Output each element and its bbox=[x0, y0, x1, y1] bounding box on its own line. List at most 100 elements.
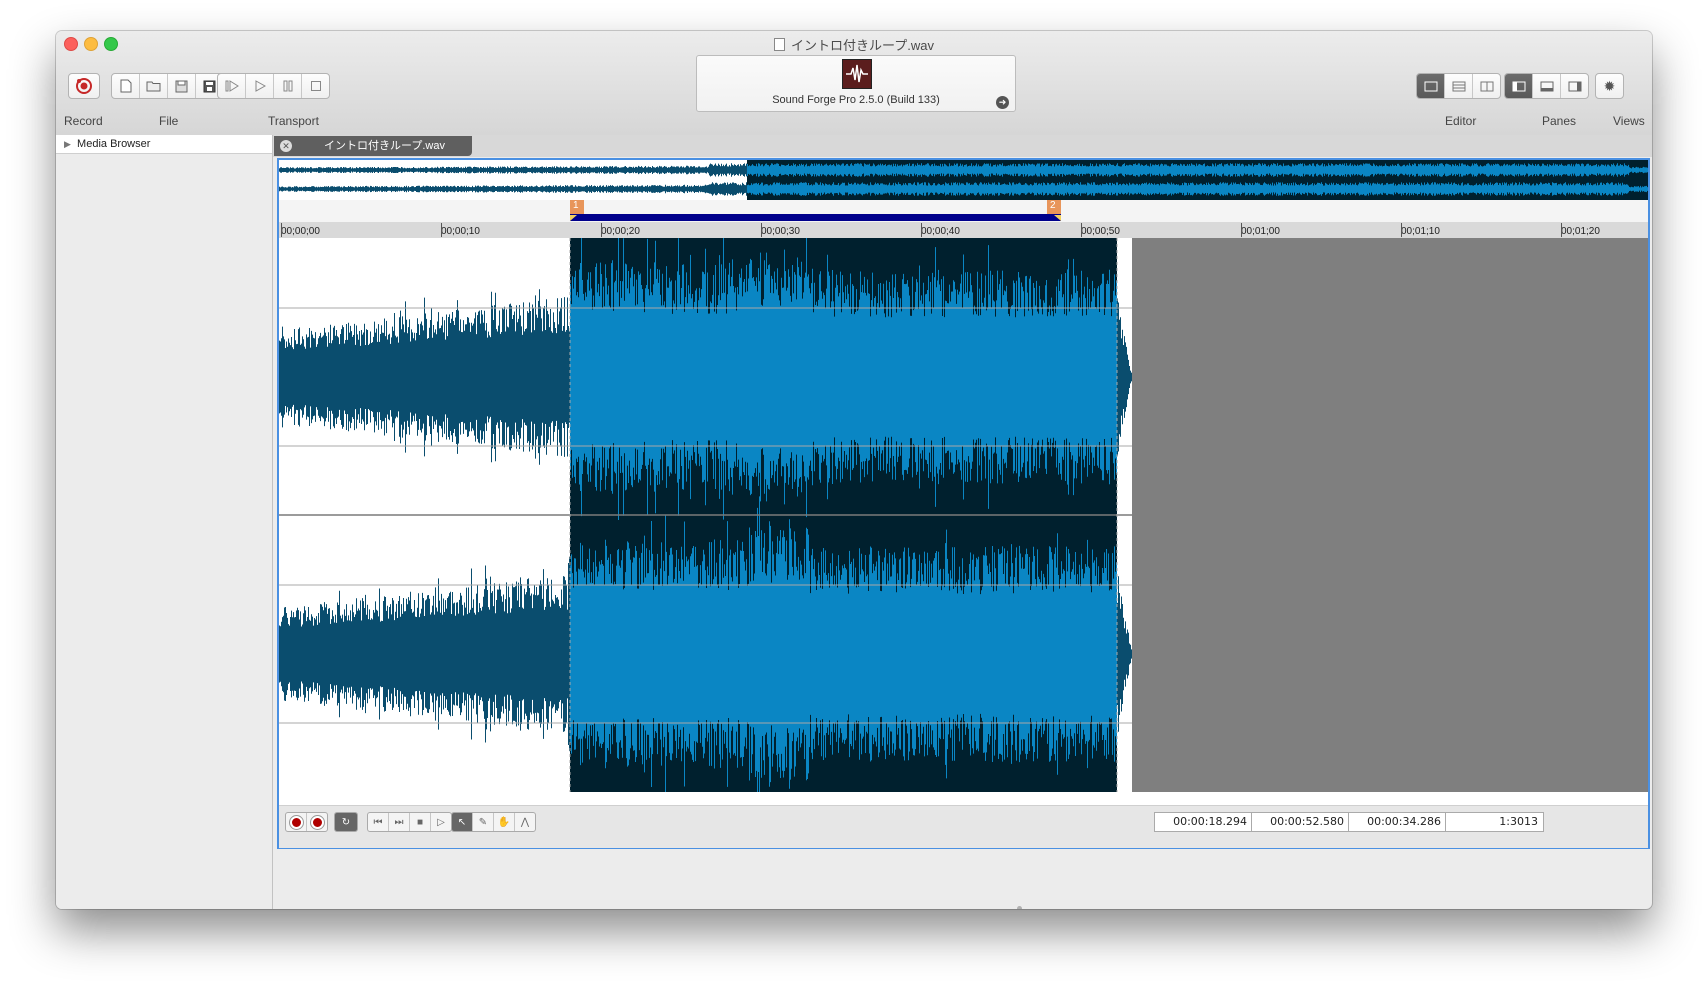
multi-track-icon bbox=[1452, 81, 1465, 91]
record-icon bbox=[76, 78, 92, 94]
app-logo-icon bbox=[842, 59, 872, 89]
record-arm-button[interactable] bbox=[307, 813, 327, 831]
pane-resize-handle[interactable] bbox=[1017, 906, 1022, 909]
save-icon bbox=[175, 80, 188, 92]
record-controls bbox=[285, 812, 328, 832]
selection-start-field[interactable]: 00:00:18.294 bbox=[1154, 812, 1253, 832]
product-name: Sound Forge Pro 2.5.0 (Build 133) bbox=[772, 94, 940, 106]
tool-selector: ↖ ✎ ✋ ⋀ bbox=[451, 812, 536, 832]
open-file-button[interactable] bbox=[140, 74, 168, 98]
toolbar: イントロ付きループ.wav Record File Transport Soun… bbox=[56, 31, 1652, 136]
stop-icon bbox=[310, 81, 321, 91]
sidebar: ▶ Media Browser bbox=[56, 135, 273, 909]
stop-button-small[interactable]: ■ bbox=[410, 813, 431, 831]
play-button[interactable] bbox=[246, 74, 274, 98]
ruler-tick: 00;00;00 bbox=[281, 223, 320, 237]
tab-label: イントロ付きループ.wav bbox=[324, 140, 445, 152]
multi-track-button[interactable] bbox=[1445, 74, 1473, 98]
stop-icon: ■ bbox=[416, 816, 424, 828]
open-file-icon bbox=[146, 81, 161, 92]
new-file-button[interactable] bbox=[112, 74, 140, 98]
arrow-cursor-icon: ↖ bbox=[457, 816, 467, 828]
ruler-tick: 00;00;50 bbox=[1081, 223, 1120, 237]
go-to-end-button[interactable]: ⏭ bbox=[389, 813, 410, 831]
ruler-tick: 00;01;00 bbox=[1241, 223, 1280, 237]
record-group bbox=[68, 73, 100, 99]
single-view-button[interactable] bbox=[1417, 74, 1445, 98]
stop-button[interactable] bbox=[302, 74, 329, 98]
loop-button[interactable]: ↻ bbox=[335, 813, 357, 831]
overview-waveform[interactable] bbox=[279, 160, 1648, 200]
save-button[interactable] bbox=[168, 74, 196, 98]
panes-label: Panes bbox=[1542, 114, 1577, 128]
bottom-pane-icon bbox=[1540, 81, 1553, 91]
tab-document[interactable]: ✕ イントロ付きループ.wav bbox=[274, 136, 472, 156]
display-arrow-icon[interactable]: ➜ bbox=[996, 96, 1009, 109]
ruler-tick: 00;01;20 bbox=[1561, 223, 1600, 237]
window-title: イントロ付きループ.wav bbox=[56, 35, 1652, 54]
pencil-icon: ✎ bbox=[478, 816, 488, 828]
ruler-tick: 00;00;10 bbox=[441, 223, 480, 237]
loop-control: ↻ bbox=[334, 812, 358, 832]
loop-region[interactable] bbox=[279, 200, 1648, 222]
left-pane-icon bbox=[1512, 81, 1525, 91]
small-transport: ⏮ ⏭ ■ ▷ bbox=[367, 812, 452, 832]
editor-statusbar: ↻ ⏮ ⏭ ■ ▷ ↖ ✎ ✋ ⋀ 00:00:18.294 00:00:52.… bbox=[279, 805, 1648, 848]
play-from-start-icon bbox=[225, 80, 239, 92]
ruler-tick: 00;01;10 bbox=[1401, 223, 1440, 237]
sidebar-item-label: Media Browser bbox=[77, 138, 151, 150]
loop-icon: ↻ bbox=[341, 816, 351, 828]
record-icon bbox=[289, 815, 303, 829]
split-view-button[interactable] bbox=[1473, 74, 1500, 98]
left-pane-button[interactable] bbox=[1505, 74, 1533, 98]
bottom-pane-button[interactable] bbox=[1533, 74, 1561, 98]
skip-back-icon: ⏮ bbox=[373, 816, 383, 828]
play-icon bbox=[255, 80, 266, 92]
waveform-editor[interactable]: 1 2 00;00;00 00;00;10 00;00;20 00;00;30 … bbox=[277, 158, 1650, 849]
selection-end-field[interactable]: 00:00:52.580 bbox=[1251, 812, 1350, 832]
gear-icon: ✹ bbox=[1603, 77, 1616, 94]
document-tabbar: ✕ イントロ付きループ.wav bbox=[273, 135, 1652, 157]
envelope-icon: ⋀ bbox=[520, 816, 530, 828]
split-view-icon bbox=[1480, 81, 1493, 91]
waveform-view[interactable] bbox=[279, 238, 1648, 792]
record-label: Record bbox=[64, 114, 103, 128]
single-view-icon bbox=[1424, 81, 1437, 91]
sidebar-item-media-browser[interactable]: ▶ Media Browser bbox=[56, 135, 272, 154]
new-file-icon bbox=[120, 79, 131, 93]
close-tab-icon[interactable]: ✕ bbox=[280, 140, 292, 152]
go-to-start-button[interactable]: ⏮ bbox=[368, 813, 389, 831]
hand-tool-button[interactable]: ✋ bbox=[494, 813, 515, 831]
ruler-tick: 00;00;30 bbox=[761, 223, 800, 237]
skip-forward-icon: ⏭ bbox=[394, 816, 404, 828]
record-button-small[interactable] bbox=[286, 813, 307, 831]
select-tool-button[interactable]: ↖ bbox=[452, 813, 473, 831]
right-pane-icon bbox=[1568, 81, 1581, 91]
status-display: Sound Forge Pro 2.5.0 (Build 133) ➜ bbox=[696, 55, 1016, 112]
right-pane-button[interactable] bbox=[1561, 74, 1588, 98]
time-ruler[interactable]: 00;00;00 00;00;10 00;00;20 00;00;30 00;0… bbox=[279, 222, 1648, 238]
views-group: ✹ bbox=[1595, 73, 1624, 99]
ruler-tick: 00;00;40 bbox=[921, 223, 960, 237]
file-group bbox=[111, 73, 224, 99]
document-icon bbox=[774, 38, 786, 51]
zoom-ratio-field[interactable]: 1:3013 bbox=[1445, 812, 1544, 832]
pause-button[interactable] bbox=[274, 74, 302, 98]
marker-bar[interactable]: 1 2 bbox=[279, 200, 1648, 222]
disclosure-triangle-icon[interactable]: ▶ bbox=[64, 139, 71, 149]
window-title-text: イントロ付きループ.wav bbox=[791, 38, 934, 53]
transport-label: Transport bbox=[268, 114, 319, 128]
marker-2-label: 2 bbox=[1050, 200, 1056, 211]
selection-length-field[interactable]: 00:00:34.286 bbox=[1348, 812, 1447, 832]
pause-icon bbox=[283, 80, 292, 92]
views-button[interactable]: ✹ bbox=[1596, 74, 1623, 98]
pencil-tool-button[interactable]: ✎ bbox=[473, 813, 494, 831]
editor-group bbox=[1416, 73, 1501, 99]
editor-label: Editor bbox=[1445, 114, 1477, 128]
record-button[interactable] bbox=[69, 74, 99, 98]
record-arm-icon bbox=[310, 815, 324, 829]
envelope-tool-button[interactable]: ⋀ bbox=[515, 813, 535, 831]
play-from-start-button[interactable] bbox=[218, 74, 246, 98]
ruler-tick: 00;00;20 bbox=[601, 223, 640, 237]
play-button-small[interactable]: ▷ bbox=[431, 813, 451, 831]
